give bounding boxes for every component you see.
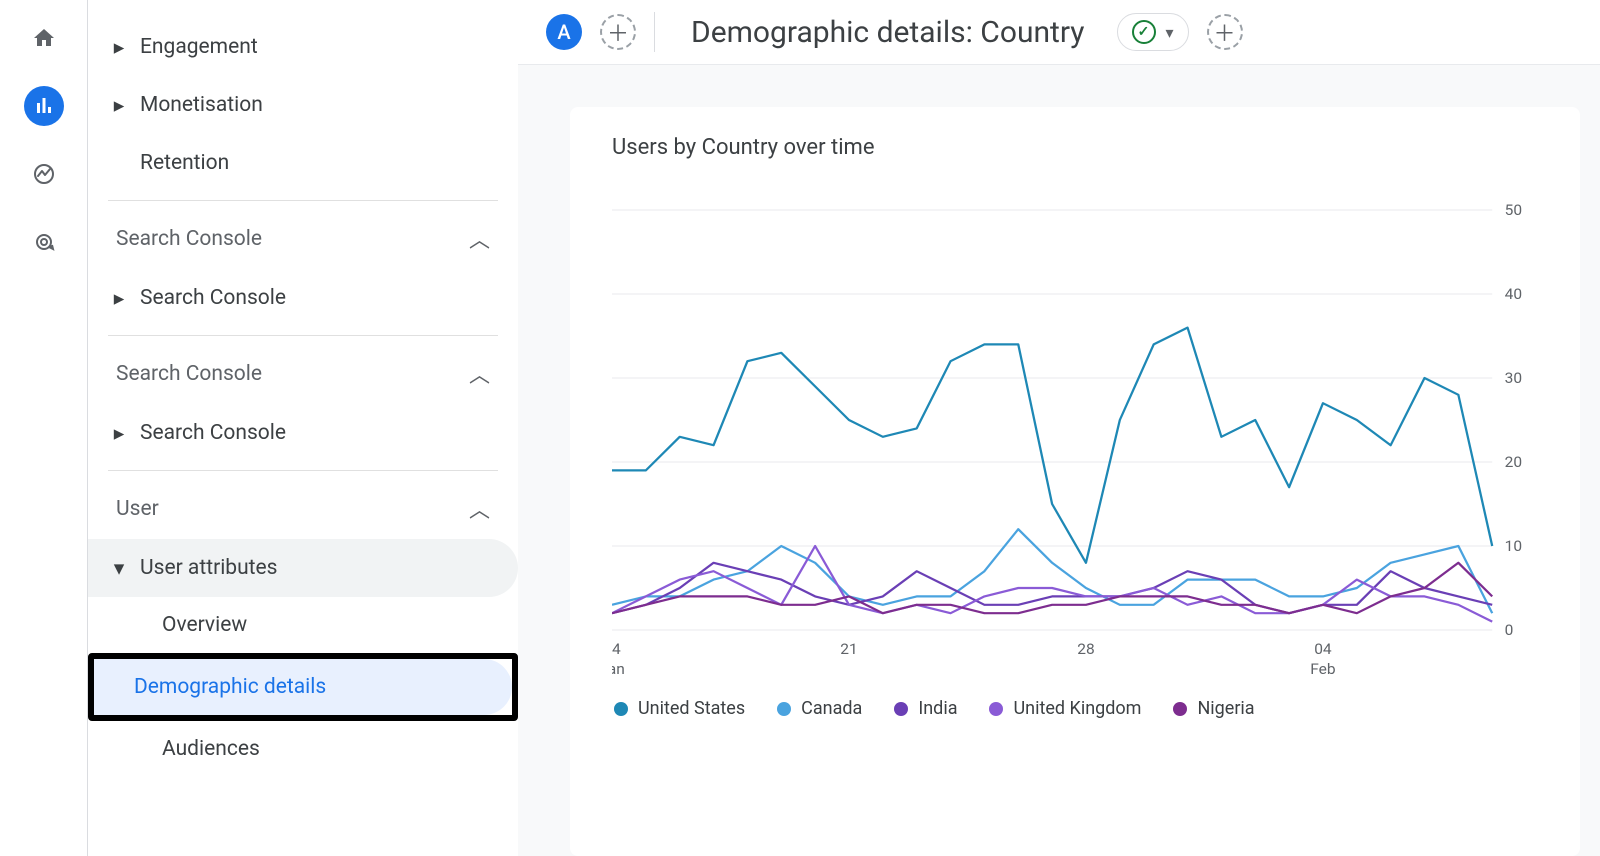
chevron-right-icon: ▸ [106, 35, 132, 60]
sidebar-section-search-console-2[interactable]: Search Console ︿ [88, 344, 518, 404]
status-chip[interactable]: ▾ [1117, 13, 1189, 51]
line-chart: 0 10 20 30 40 50 14 Jan 21 28 04 Feb [612, 200, 1544, 680]
chart-legend: United States Canada India United Kingdom Ni… [612, 698, 1544, 719]
sidebar-item-search-console[interactable]: ▸ Search Console [88, 269, 518, 327]
legend-item[interactable]: United States [614, 698, 745, 719]
svg-text:14: 14 [612, 640, 621, 658]
legend-item[interactable]: Nigeria [1173, 698, 1254, 719]
add-segment-button[interactable]: ＋ [600, 14, 636, 50]
legend-label: United States [638, 698, 745, 719]
divider [108, 200, 498, 201]
sidebar-item-search-console-2[interactable]: ▸ Search Console [88, 404, 518, 462]
svg-text:0: 0 [1505, 621, 1514, 639]
svg-text:40: 40 [1505, 285, 1522, 303]
sidebar-item-overview[interactable]: Overview [88, 597, 518, 653]
legend-item[interactable]: India [894, 698, 957, 719]
svg-text:Feb: Feb [1310, 660, 1335, 678]
sidebar-item-engagement[interactable]: ▸ Engagement [88, 18, 518, 76]
sidebar-label: Audiences [162, 737, 260, 761]
sidebar-section-user[interactable]: User ︿ [88, 479, 518, 539]
svg-text:10: 10 [1505, 537, 1522, 555]
rail-advertising-icon[interactable] [24, 222, 64, 262]
rail-explore-icon[interactable] [24, 154, 64, 194]
legend-label: United Kingdom [1013, 698, 1141, 719]
segment-chip-a[interactable]: A [546, 14, 582, 50]
legend-label: India [918, 698, 957, 719]
sidebar-label: Monetisation [132, 93, 263, 117]
chart-title: Users by Country over time [612, 135, 1544, 160]
nav-rail [0, 0, 88, 856]
chevron-right-icon: ▸ [106, 286, 132, 311]
demo-highlight-box: Demographic details [88, 653, 518, 721]
sidebar-item-monetisation[interactable]: ▸ Monetisation [88, 76, 518, 134]
chevron-up-icon: ︿ [469, 359, 490, 389]
section-label: Search Console [116, 227, 262, 251]
divider [654, 12, 655, 52]
legend-item[interactable]: Canada [777, 698, 862, 719]
sidebar-label: Search Console [132, 421, 286, 445]
sidebar-section-search-console[interactable]: Search Console ︿ [88, 209, 518, 269]
sidebar-label: User attributes [132, 556, 278, 580]
chart-card: Users by Country over time 0 10 20 30 40 50 14… [570, 107, 1580, 856]
chevron-down-icon: ▾ [1166, 23, 1174, 42]
svg-text:30: 30 [1505, 369, 1522, 387]
chevron-up-icon: ︿ [469, 494, 490, 524]
header: A ＋ Demographic details: Country ▾ ＋ [518, 0, 1600, 65]
sidebar-label: Search Console [132, 286, 286, 310]
legend-dot [1173, 702, 1187, 716]
divider [108, 470, 498, 471]
svg-text:04: 04 [1314, 640, 1332, 658]
sidebar: ▸ Engagement ▸ Monetisation Retention Se… [88, 0, 518, 856]
svg-text:21: 21 [840, 640, 857, 658]
section-label: Search Console [116, 362, 262, 386]
sidebar-item-demographic-details[interactable]: Demographic details [94, 659, 512, 715]
sidebar-label: Overview [162, 613, 247, 637]
sidebar-label: Demographic details [134, 675, 326, 699]
page-title: Demographic details: Country [691, 15, 1085, 50]
legend-dot [989, 702, 1003, 716]
section-label: User [116, 497, 159, 521]
svg-text:20: 20 [1505, 453, 1522, 471]
divider [108, 335, 498, 336]
chevron-right-icon: ▸ [106, 421, 132, 446]
chevron-right-icon: ▸ [106, 93, 132, 118]
svg-text:28: 28 [1077, 640, 1094, 658]
sidebar-label: Engagement [132, 35, 258, 59]
chevron-up-icon: ︿ [469, 224, 490, 254]
legend-label: Canada [801, 698, 862, 719]
sidebar-item-retention[interactable]: Retention [88, 134, 518, 192]
svg-text:Jan: Jan [612, 660, 625, 678]
sidebar-item-audiences[interactable]: Audiences [88, 721, 518, 777]
legend-dot [777, 702, 791, 716]
add-comparison-button[interactable]: ＋ [1207, 14, 1243, 50]
check-circle-icon [1132, 20, 1156, 44]
legend-label: Nigeria [1197, 698, 1254, 719]
sidebar-label: Retention [106, 151, 229, 175]
legend-item[interactable]: United Kingdom [989, 698, 1141, 719]
svg-text:50: 50 [1505, 201, 1522, 219]
rail-home-icon[interactable] [24, 18, 64, 58]
legend-dot [894, 702, 908, 716]
chevron-down-icon: ▾ [106, 556, 132, 581]
sidebar-item-user-attributes[interactable]: ▾ User attributes [88, 539, 518, 597]
main: A ＋ Demographic details: Country ▾ ＋ Use… [518, 0, 1600, 856]
rail-reports-icon[interactable] [24, 86, 64, 126]
legend-dot [614, 702, 628, 716]
